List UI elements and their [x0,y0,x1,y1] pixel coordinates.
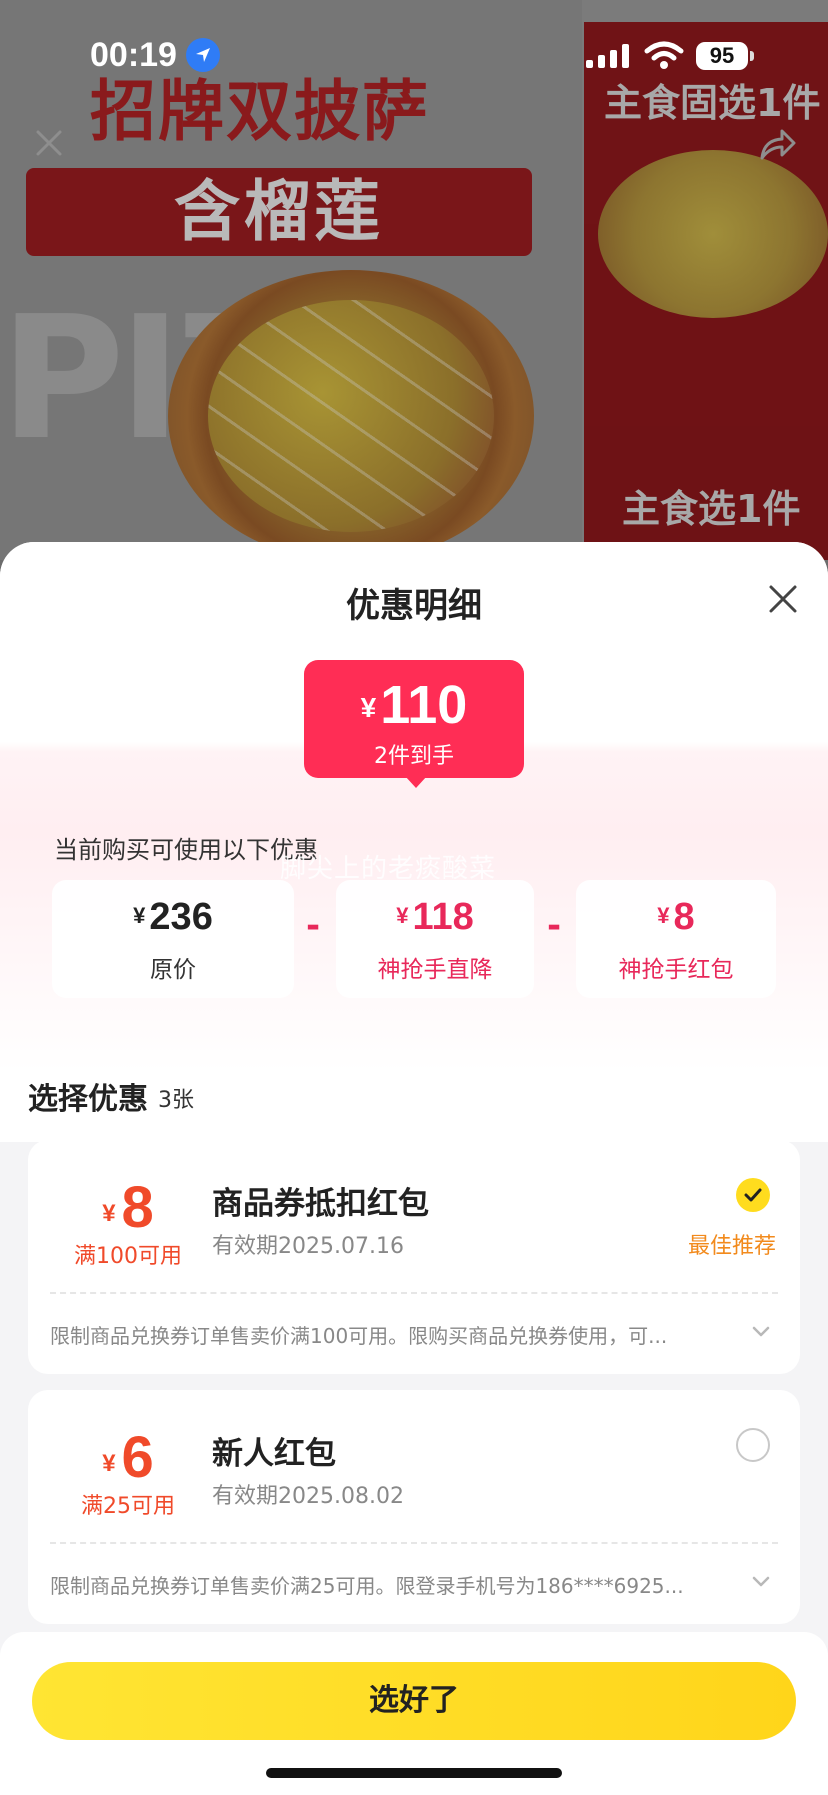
chevron-down-icon[interactable] [752,1326,770,1338]
pizza-image [168,270,534,560]
product-banner-text: 含榴莲 [174,173,384,250]
available-discounts-text: 当前购买可使用以下优惠 [54,836,318,864]
currency-symbol: ¥ [360,692,377,723]
currency-symbol: ¥ [133,903,146,928]
best-recommend-tag: 最佳推荐 [687,1234,776,1259]
coupon-description: 限制商品兑换券订单售卖价满100可用。限购买商品兑换券使用，可... [50,1324,668,1348]
price-badge-pointer [405,776,427,788]
coupon-expiry: 有效期2025.08.02 [212,1484,404,1509]
coupon-amount-value: 6 [121,1425,154,1490]
right-panel-top-text: 主食固选1件 [604,81,821,125]
sheet-title: 优惠明细 [346,586,482,626]
direct-discount-label: 神抢手直降 [377,957,493,983]
sheet-footer: 选好了 [0,1632,828,1795]
final-price-subtitle: 2件到手 [374,744,454,769]
coupon-condition: 满25可用 [81,1494,175,1519]
coupon-amount: ¥6 [28,1424,228,1491]
red-packet: ¥8 [576,896,776,939]
product-banner: 含榴莲 [26,168,532,256]
coupon-description: 限制商品兑换券订单售卖价满25可用。限登录手机号为186****6925... [50,1574,684,1598]
confirm-button[interactable]: 选好了 [32,1662,796,1740]
signal-icon [586,44,629,68]
share-icon[interactable] [758,126,798,162]
home-indicator[interactable] [266,1768,562,1778]
wifi-icon [644,41,684,69]
coupon-card[interactable]: ¥6 满25可用 新人红包 有效期2025.08.02 限制商品兑换券订单售卖价… [28,1390,800,1624]
currency-symbol: ¥ [657,903,670,928]
red-packet-label: 神抢手红包 [618,957,734,983]
currency-symbol: ¥ [396,903,409,928]
coupon-amount: ¥8 [28,1174,228,1241]
original-price-card: ¥236 原价 [52,880,294,998]
sheet-header: 优惠明细 [0,542,828,652]
battery-indicator: 95 [696,42,748,70]
final-price-badge: ¥110 2件到手 [304,660,524,778]
coupon-amount-value: 8 [121,1175,154,1240]
original-price-amount: 236 [149,896,213,938]
original-price-label: 原价 [150,957,196,983]
currency-symbol: ¥ [102,1200,116,1227]
close-icon[interactable] [766,582,800,616]
coupon-title: 商品券抵扣红包 [212,1186,429,1222]
direct-discount: ¥118 [336,896,534,939]
location-arrow-icon [186,38,220,72]
discount-detail-sheet: 优惠明细 ¥110 2件到手 当前购买可使用以下优惠 脚尖上的老痰酸菜 ¥236… [0,542,828,1795]
coupon-title: 新人红包 [212,1436,336,1472]
direct-discount-amount: 118 [412,896,474,938]
battery-tip [750,51,754,61]
coupon-count: 3张 [158,1088,194,1113]
coupon-select-radio[interactable] [736,1428,770,1462]
original-price: ¥236 [52,896,294,939]
coupon-divider [50,1542,778,1544]
product-background: PIZZ 招牌双披萨 含榴莲 主食固选1件 主食选1件 [0,0,828,560]
coupon-card[interactable]: ¥8 满100可用 商品券抵扣红包 有效期2025.07.16 最佳推荐 限制商… [28,1140,800,1374]
direct-discount-card: ¥118 神抢手直降 [336,880,534,998]
minus-operator: - [305,906,321,946]
minus-operator: - [546,906,562,946]
red-packet-amount: 8 [673,896,695,938]
chevron-down-icon[interactable] [752,1576,770,1588]
right-pizza-image [598,150,828,318]
coupon-selected-checkbox[interactable] [736,1178,770,1212]
coupon-expiry: 有效期2025.07.16 [212,1234,404,1259]
checkmark-icon [744,1188,762,1202]
coupon-condition: 满100可用 [74,1244,182,1269]
final-price: ¥110 [304,674,524,736]
close-icon[interactable] [32,126,66,160]
final-price-amount: 110 [380,675,468,735]
status-time: 00:19 [90,36,177,74]
section-title: 选择优惠 [28,1082,148,1117]
right-panel-bottom-text: 主食选1件 [622,487,801,531]
coupon-divider [50,1292,778,1294]
red-packet-card: ¥8 神抢手红包 [576,880,776,998]
currency-symbol: ¥ [102,1450,116,1477]
